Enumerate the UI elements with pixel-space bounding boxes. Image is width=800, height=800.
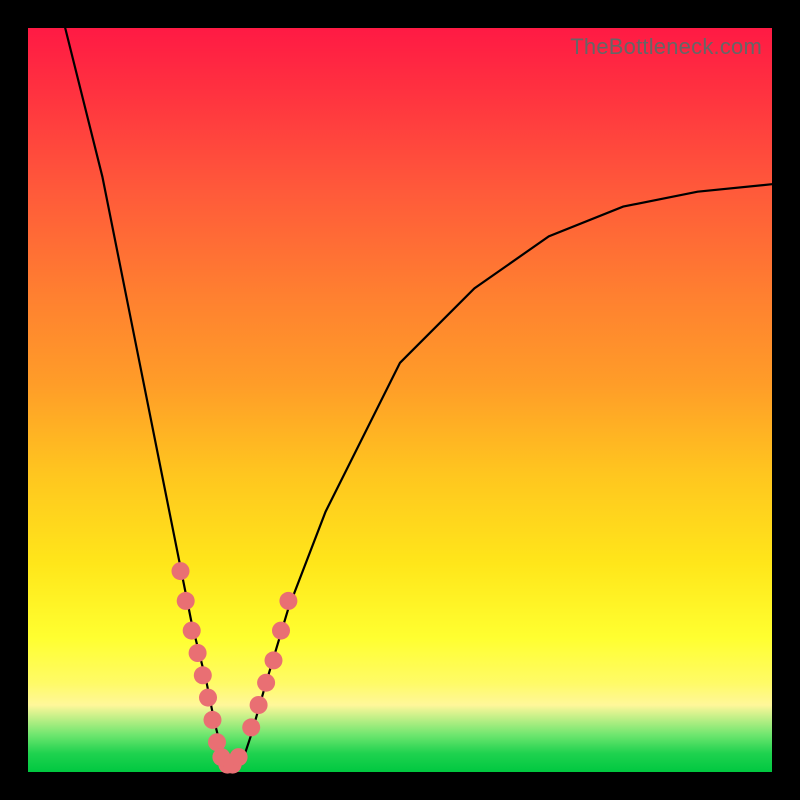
sample-dots-group (172, 562, 298, 774)
sample-dot (257, 674, 275, 692)
plot-area: TheBottleneck.com (28, 28, 772, 772)
sample-dot (199, 689, 217, 707)
sample-dot (194, 666, 212, 684)
sample-dot (204, 711, 222, 729)
sample-dot (265, 651, 283, 669)
sample-dot (242, 718, 260, 736)
chart-overlay (28, 28, 772, 772)
sample-dot (250, 696, 268, 714)
sample-dot (272, 622, 290, 640)
sample-dot (189, 644, 207, 662)
sample-dot (172, 562, 190, 580)
chart-frame: TheBottleneck.com (0, 0, 800, 800)
sample-dot (279, 592, 297, 610)
sample-dot (177, 592, 195, 610)
sample-dot (230, 748, 248, 766)
bottleneck-curve (65, 28, 772, 772)
sample-dot (183, 622, 201, 640)
